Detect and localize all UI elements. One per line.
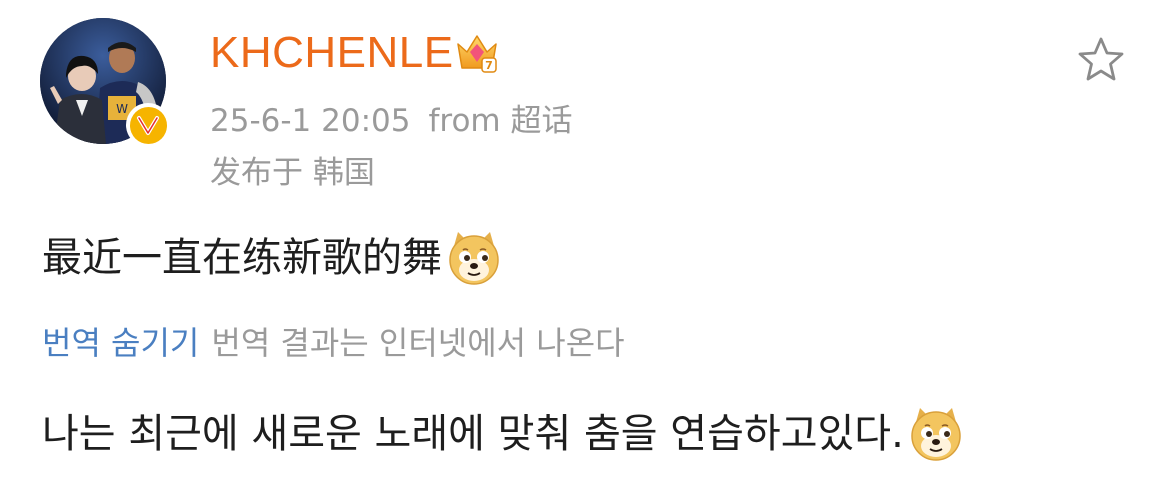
weibo-post: W KHCHENLE 7 25-6-1 20:05 from 超话 发布于 韩国… (0, 0, 1170, 480)
verified-v-icon (137, 116, 159, 135)
crown-icon[interactable]: 7 (454, 30, 500, 76)
post-meta: 25-6-1 20:05 from 超话 (210, 100, 572, 142)
svg-text:W: W (116, 102, 128, 116)
author-name[interactable]: KHCHENLE (210, 26, 454, 80)
translation-bar: 번역 숨기기 번역 결과는 인터넷에서 나온다 (42, 322, 625, 364)
post-time: 25-6-1 20:05 (210, 103, 411, 139)
favorite-star-icon[interactable] (1075, 34, 1127, 86)
verified-badge (126, 103, 170, 147)
post-body-text: 最近一直在练新歌的舞 (42, 235, 442, 281)
doge-emoji-icon (449, 232, 499, 285)
post-location: 发布于 韩国 (210, 155, 375, 191)
translated-body-text: 나는 최근에 새로운 노래에 맞춰 춤을 연습하고있다. (42, 411, 904, 457)
post-source-link[interactable]: from 超话 (428, 103, 572, 139)
hide-translation-link[interactable]: 번역 숨기기 (42, 324, 199, 362)
doge-emoji-icon (911, 408, 961, 461)
translated-body: 나는 최근에 새로운 노래에 맞춰 춤을 연습하고있다. (42, 406, 964, 462)
translation-note: 번역 결과는 인터넷에서 나온다 (211, 324, 625, 362)
svg-text:7: 7 (485, 59, 493, 72)
post-body: 最近一直在练新歌的舞 (42, 230, 502, 286)
